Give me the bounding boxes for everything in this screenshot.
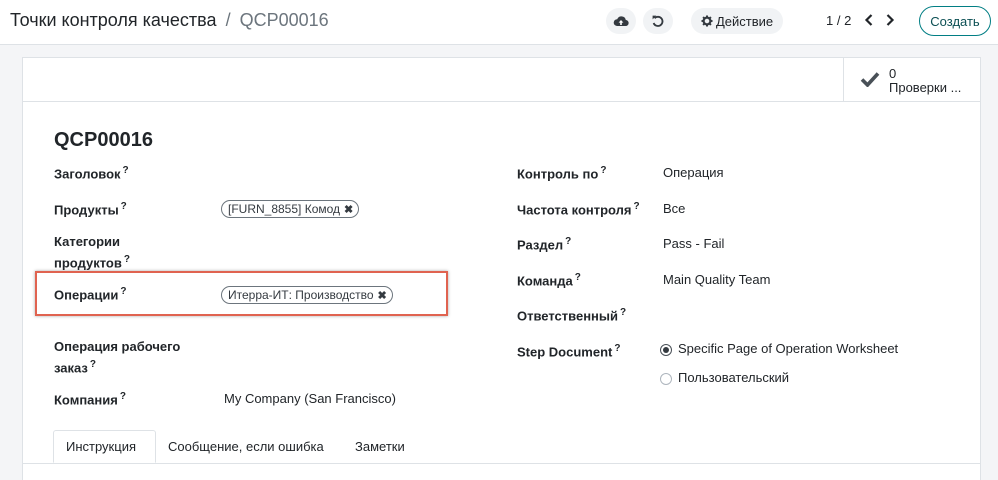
workorder-operation-field-label: Операция рабочего заказ?: [54, 339, 181, 376]
remove-tag-icon[interactable]: ✖: [378, 289, 387, 302]
step-document-radio-custom[interactable]: [660, 373, 672, 385]
tab-notes[interactable]: Заметки: [343, 430, 417, 463]
pager-value[interactable]: 1 / 2: [826, 13, 851, 28]
help-tooltip-icon[interactable]: ?: [90, 359, 96, 370]
product-tag[interactable]: [FURN_8855] Комод ✖: [221, 200, 360, 218]
control-frequency-field-value[interactable]: Все: [663, 200, 685, 218]
team-field-value[interactable]: Main Quality Team: [663, 271, 770, 289]
help-tooltip-icon[interactable]: ?: [634, 201, 640, 212]
undo-icon: [652, 15, 664, 27]
help-tooltip-icon[interactable]: ?: [123, 165, 129, 176]
operation-tag-label: Итерра-ИТ: Производство: [228, 288, 374, 302]
breadcrumb-current: QCP00016: [239, 10, 329, 30]
step-document-radio-worksheet[interactable]: [660, 344, 672, 356]
help-tooltip-icon[interactable]: ?: [600, 165, 606, 176]
help-tooltip-icon[interactable]: ?: [124, 254, 130, 265]
help-tooltip-icon[interactable]: ?: [120, 391, 126, 402]
product-categories-field-label: Категории продуктов?: [54, 234, 130, 271]
section-field-value[interactable]: Pass - Fail: [663, 235, 724, 253]
breadcrumb-separator: /: [225, 10, 231, 30]
checks-smart-button[interactable]: 0 Проверки ...: [843, 58, 980, 102]
operations-field-label: Операции?: [54, 286, 127, 303]
section-field-label: Раздел?: [517, 236, 572, 253]
pager-previous-button[interactable]: [860, 10, 878, 30]
remove-tag-icon[interactable]: ✖: [344, 203, 353, 216]
form-sheet: 0 Проверки ... QCP00016 Заголовок? Проду…: [22, 57, 981, 480]
control-panel: Точки контроля качества / QCP00016 Дейст…: [0, 0, 998, 45]
tab-failure-message[interactable]: Сообщение, если ошибка: [156, 430, 336, 463]
team-field-label: Команда?: [517, 272, 581, 289]
action-menu-label: Действие: [716, 13, 774, 29]
help-tooltip-icon[interactable]: ?: [620, 307, 626, 318]
cloud-upload-icon: [613, 16, 629, 27]
help-tooltip-icon[interactable]: ?: [614, 343, 620, 354]
control-by-field-value[interactable]: Операция: [663, 164, 724, 182]
save-button[interactable]: [606, 8, 636, 34]
discard-button[interactable]: [643, 8, 673, 34]
record-title: QCP00016: [54, 129, 153, 151]
check-icon: [860, 72, 880, 87]
breadcrumb: Точки контроля качества / QCP00016: [10, 10, 329, 31]
help-tooltip-icon[interactable]: ?: [565, 236, 571, 247]
step-document-field-label: Step Document?: [517, 343, 621, 360]
gear-icon: [701, 15, 713, 27]
products-field-label: Продукты?: [54, 201, 127, 218]
step-document-option-worksheet[interactable]: Specific Page of Operation Worksheet: [678, 340, 898, 358]
chevron-right-icon: [886, 14, 895, 26]
product-tag-label: [FURN_8855] Комод: [228, 202, 341, 216]
step-document-option-custom[interactable]: Пользовательский: [678, 369, 789, 387]
smart-button-box: 0 Проверки ...: [23, 58, 980, 102]
control-frequency-field-label: Частота контроля?: [517, 201, 640, 218]
chevron-left-icon: [864, 14, 873, 26]
help-tooltip-icon[interactable]: ?: [575, 272, 581, 283]
operation-tag[interactable]: Итерра-ИТ: Производство ✖: [221, 286, 393, 304]
help-tooltip-icon[interactable]: ?: [121, 201, 127, 212]
help-tooltip-icon[interactable]: ?: [120, 286, 126, 297]
control-by-field-label: Контроль по?: [517, 165, 607, 182]
responsible-field-label: Ответственный?: [517, 307, 627, 324]
company-field-value[interactable]: My Company (San Francisco): [224, 390, 396, 408]
pager-next-button[interactable]: [881, 10, 899, 30]
checks-label: Проверки ...: [889, 80, 962, 95]
tab-instructions[interactable]: Инструкция: [53, 430, 156, 463]
checks-count: 0: [889, 66, 897, 81]
create-button[interactable]: Создать: [919, 6, 991, 36]
title-field-label: Заголовок?: [54, 165, 129, 182]
action-menu-button[interactable]: Действие: [691, 8, 784, 34]
breadcrumb-parent-link[interactable]: Точки контроля качества: [10, 10, 217, 30]
tabs-divider: [23, 463, 980, 464]
company-field-label: Компания?: [54, 391, 126, 408]
